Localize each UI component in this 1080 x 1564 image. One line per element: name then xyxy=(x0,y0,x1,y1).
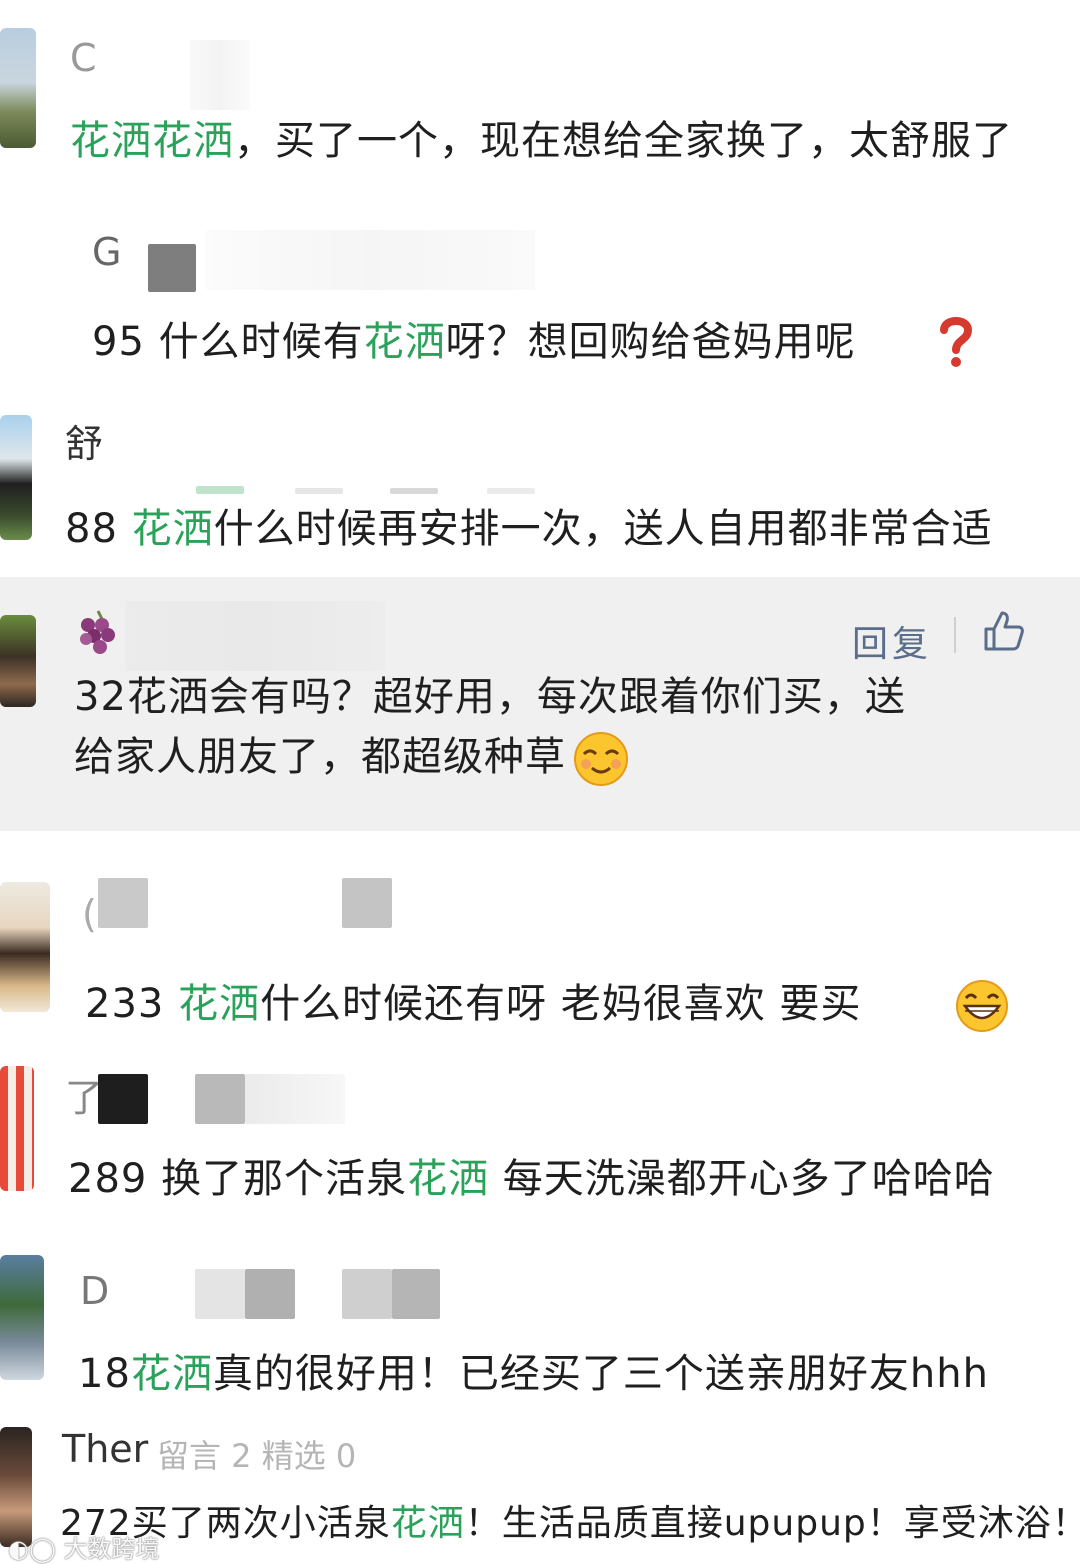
text-segment: ，买了一个，现在想给全家换了，太舒服了 xyxy=(234,118,1013,164)
comment-1: C 花洒花洒，买了一个，现在想给全家换了，太舒服了 xyxy=(0,0,1080,190)
grinning-face-icon xyxy=(956,980,1008,1032)
text-segment: 88 xyxy=(65,506,132,552)
text-segment: 呀？想回购给爸妈用呢 xyxy=(445,319,856,365)
nickname-blur xyxy=(195,1269,245,1319)
comment-text: 233 花洒什么时候还有呀 老妈很喜欢 要买 xyxy=(85,975,862,1033)
grape-icon xyxy=(80,610,115,654)
avatar[interactable] xyxy=(0,882,50,1012)
comment-text-line-1: 32花洒会有吗？超好用，每次跟着你们买，送 xyxy=(74,674,906,720)
comment-3: 舒 88 花洒什么时候再安排一次，送人自用都非常合适 xyxy=(0,390,1080,575)
text-segment: ！生活品质直接upupup！享受沐浴！ xyxy=(464,1503,1080,1544)
comment-5: ( 233 花洒什么时候还有呀 老妈很喜欢 要买 xyxy=(0,858,1080,1048)
avatar[interactable] xyxy=(0,1255,44,1380)
nickname-blur xyxy=(342,878,392,928)
text-segment: 95 什么时候有 xyxy=(92,319,364,365)
watermark: ◐◯ 大数跨境 xyxy=(8,1529,159,1564)
text-segment: 什么时候再安排一次，送人自用都非常合适 xyxy=(213,506,993,552)
nickname-blur xyxy=(245,1074,345,1124)
nickname: ( xyxy=(82,892,97,936)
avatar[interactable] xyxy=(0,1066,34,1191)
nickname-blur xyxy=(196,486,244,494)
avatar[interactable] xyxy=(0,415,32,540)
comment-6: 了 289 换了那个活泉花洒 每天洗澡都开心多了哈哈哈 xyxy=(0,1048,1080,1243)
nickname-blur xyxy=(125,601,385,671)
divider xyxy=(954,617,956,653)
logo-icon: ◐◯ xyxy=(8,1535,64,1563)
nickname-blur xyxy=(392,1269,440,1319)
comment-7: D 18花洒真的很好用！已经买了三个送亲朋好友hhh xyxy=(0,1243,1080,1423)
avatar[interactable] xyxy=(0,615,36,707)
keyword-highlight: 花洒 xyxy=(363,319,446,365)
text-segment: 289 换了那个活泉 xyxy=(68,1156,408,1202)
nickname: D xyxy=(80,1269,110,1313)
nickname-blur xyxy=(98,1074,148,1124)
nickname-blur xyxy=(190,40,250,110)
comment-text: 289 换了那个活泉花洒 每天洗澡都开心多了哈哈哈 xyxy=(68,1150,995,1208)
keyword-highlight: 花洒 xyxy=(178,981,261,1027)
comment-text: 272买了两次小活泉花洒！生活品质直接upupup！享受沐浴！ xyxy=(60,1495,1080,1553)
smiling-face-icon xyxy=(574,732,628,786)
nickname: C xyxy=(70,36,97,80)
keyword-highlight: 花洒 xyxy=(390,1503,465,1544)
nickname: 舒 xyxy=(65,422,104,466)
comment-2: G 95 什么时候有花洒呀？想回购给爸妈用呢 xyxy=(0,190,1080,390)
comment-text: 95 什么时候有花洒呀？想回购给爸妈用呢 xyxy=(92,313,856,371)
nickname-blur xyxy=(245,1269,295,1319)
text-segment: 233 xyxy=(85,981,179,1027)
comment-text: 88 花洒什么时候再安排一次，送人自用都非常合适 xyxy=(65,500,993,558)
comment-meta: 留言 2 精选 0 xyxy=(157,1437,357,1475)
comment-text-line-2: 给家人朋友了，都超级种草 xyxy=(74,728,630,788)
watermark-text: 大数跨境 xyxy=(63,1535,160,1563)
question-mark-icon xyxy=(940,317,973,367)
comment-4-selected[interactable]: 回复 32花洒会有吗？超好用，每次跟着你们买，送 给家人朋友了，都超级种草 xyxy=(0,577,1080,831)
nickname: G xyxy=(92,230,122,274)
comment-8: Ther 留言 2 精选 0 272买了两次小活泉花洒！生活品质直接upupup… xyxy=(0,1423,1080,1563)
text-segment: 18 xyxy=(78,1351,131,1397)
keyword-highlight: 花洒 xyxy=(407,1156,490,1202)
nickname-blur xyxy=(205,230,535,290)
nickname-blur xyxy=(148,244,196,292)
text-segment: 什么时候还有呀 老妈很喜欢 要买 xyxy=(260,981,862,1027)
comment-text: 花洒花洒，买了一个，现在想给全家换了，太舒服了 xyxy=(70,112,1013,170)
keyword-highlight: 花洒 xyxy=(130,1351,213,1397)
nickname-blur xyxy=(487,488,535,494)
text-segment: 每天洗澡都开心多了哈哈哈 xyxy=(489,1156,995,1202)
keyword-highlight: 花洒 xyxy=(131,506,214,552)
keyword-highlight: 花洒花洒 xyxy=(70,118,234,164)
nickname-blur xyxy=(342,1269,392,1319)
comment-text: 18花洒真的很好用！已经买了三个送亲朋好友hhh xyxy=(78,1345,989,1403)
nickname-blur xyxy=(98,878,148,928)
nickname-blur xyxy=(295,488,343,494)
nickname-blur xyxy=(390,488,438,494)
thumbs-up-icon[interactable] xyxy=(982,609,1026,653)
reply-button[interactable]: 回复 xyxy=(852,615,932,667)
nickname: Ther xyxy=(62,1427,149,1471)
nickname-blur xyxy=(195,1074,245,1124)
avatar[interactable] xyxy=(0,28,36,148)
text-segment: 真的很好用！已经买了三个送亲朋好友hhh xyxy=(212,1351,989,1397)
